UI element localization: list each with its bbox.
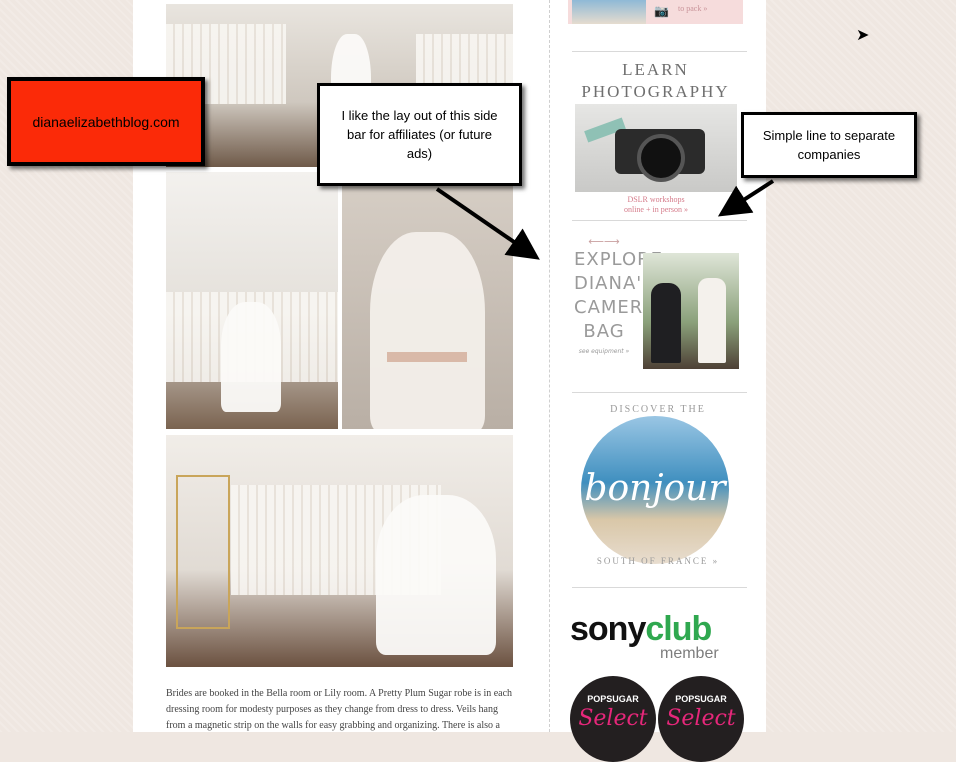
arrow-to-sidebar	[435, 187, 540, 260]
arrow-to-separator	[717, 179, 775, 217]
mouse-cursor-icon: ➤	[856, 27, 870, 44]
annotation-arrows	[435, 179, 775, 260]
